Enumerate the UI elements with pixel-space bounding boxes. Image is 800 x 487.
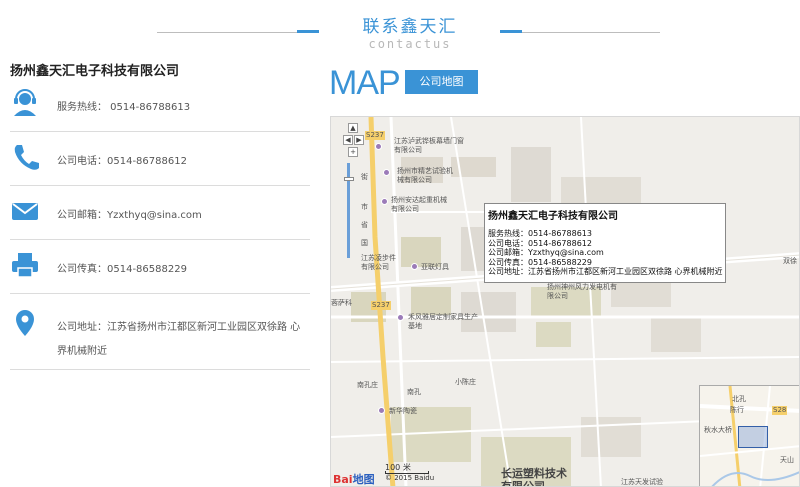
zoom-level-city[interactable]: 市 [361, 203, 368, 212]
map-copyright: © 2015 Baidu [385, 474, 435, 482]
map-heading: MAP [329, 64, 401, 102]
logo-text-b: 地图 [352, 473, 375, 486]
map-info-window[interactable]: 扬州鑫天汇电子科技有限公司 服务热线：0514-86788613 公司电话：05… [484, 203, 726, 283]
map-place-label: 蓉萨科 [331, 299, 352, 307]
minimap-label: 北孔 [732, 395, 746, 403]
fax-icon [12, 253, 38, 278]
contact-row-address: 公司地址：江苏省扬州市江都区新河工业园区双徐路 心界机械附近 [10, 294, 310, 370]
header-accent-right [500, 30, 522, 33]
zoom-in-button[interactable]: + [348, 147, 358, 157]
map-poi-marker[interactable] [397, 314, 404, 321]
header-accent-left [297, 30, 319, 33]
minimap-label: S28 [772, 406, 788, 415]
map-tag: 公司地图 [405, 70, 478, 94]
contact-row-phone: 公司电话：0514-86788612 [10, 132, 310, 186]
contact-row-hotline: 服务热线： 0514-86788613 [10, 78, 310, 132]
map-poi-label: 扬州神州风力发电机有限公司 [547, 283, 617, 300]
road-label-s237: S237 [371, 301, 391, 310]
contact-fax: 公司传真：0514-86588229 [57, 264, 187, 275]
map-poi-label: 江苏天发试验 [621, 478, 663, 486]
header-line-left [157, 32, 317, 33]
road-label-s237: S237 [365, 131, 385, 140]
pan-left-button[interactable]: ◀ [343, 135, 353, 145]
zoom-level-province[interactable]: 省 [361, 221, 368, 230]
map-poi-label: 长运塑料技术有限公司 [501, 467, 567, 487]
minimap-label: 陈行 [730, 406, 744, 414]
map-poi-label: 扬州安达起重机械有限公司 [391, 196, 447, 213]
pan-right-button[interactable]: ▶ [354, 135, 364, 145]
pan-up-button[interactable]: ▲ [348, 123, 358, 133]
info-window-line: 公司电话：0514-86788612 [488, 238, 592, 248]
zoom-level-street[interactable]: 街 [361, 173, 368, 182]
map-poi-label: 江苏泸武铧板幕墙门窗有限公司 [394, 137, 464, 154]
map-poi-label: 禾风雅居定制家具生产基地 [408, 313, 478, 330]
map-poi-marker[interactable] [381, 198, 388, 205]
map-poi-label: 亚联灯具 [421, 263, 449, 271]
minimap-label: 秋水大桥 [704, 426, 732, 434]
contact-email: 公司邮箱：Yzxthyq@sina.com [57, 210, 202, 221]
contact-list: 服务热线： 0514-86788613 公司电话：0514-86788612 公… [10, 78, 310, 370]
contact-address: 公司地址：江苏省扬州市江都区新河工业园区双徐路 心界机械附近 [57, 322, 301, 357]
company-map[interactable]: ▲ ◀ ▶ + 街 市 省 国 江苏泸武铧板幕墙门窗有限公司 扬州市精艺试验机械… [330, 116, 800, 487]
contact-row-fax: 公司传真：0514-86588229 [10, 240, 310, 294]
map-place-label: 小陈庄 [455, 378, 476, 386]
map-poi-marker[interactable] [411, 263, 418, 270]
map-poi-marker[interactable] [375, 143, 382, 150]
contact-page: 联系鑫天汇 contactus 扬州鑫天汇电子科技有限公司 服务热线： 0514… [0, 0, 800, 487]
contact-hotline: 服务热线： 0514-86788613 [57, 102, 191, 113]
mail-icon [12, 203, 38, 220]
baidu-map-logo[interactable]: Bai地图 [333, 471, 375, 486]
phone-icon [14, 145, 39, 170]
map-poi-marker[interactable] [378, 407, 385, 414]
map-poi-label: 新华陶瓷 [389, 407, 417, 415]
info-window-title: 扬州鑫天汇电子科技有限公司 [488, 211, 618, 222]
location-pin-icon [16, 310, 34, 336]
info-window-line: 公司邮箱：Yzxthyq@sina.com [488, 248, 604, 257]
minimap-label: 天山 [780, 456, 794, 464]
info-window-line: 公司地址：江苏省扬州市江都区新河工业园区双徐路 心界机械附近 [488, 267, 723, 276]
map-place-label: 南孔庄 [357, 381, 378, 389]
section-title: 联系鑫天汇 [362, 17, 458, 37]
contact-phone: 公司电话：0514-86788612 [57, 156, 187, 167]
logo-text-a: Bai [333, 473, 353, 486]
info-window-line: 服务热线：0514-86788613 [488, 229, 592, 238]
info-window-line: 公司传真：0514-86588229 [488, 257, 592, 267]
map-poi-label: 江苏凌步件有限公司 [361, 254, 396, 271]
map-place-label: 双徐 [783, 257, 797, 265]
contact-row-email: 公司邮箱：Yzxthyq@sina.com [10, 186, 310, 240]
map-poi-label: 扬州市精艺试验机械有限公司 [397, 167, 453, 184]
map-place-label: 南孔 [407, 388, 421, 396]
minimap-viewport[interactable] [738, 426, 768, 448]
header-line-right [500, 32, 660, 33]
zoom-level-country[interactable]: 国 [361, 239, 368, 248]
map-poi-marker[interactable] [383, 169, 390, 176]
zoom-slider-handle[interactable] [344, 177, 354, 181]
company-name: 扬州鑫天汇电子科技有限公司 [10, 64, 180, 79]
overview-minimap[interactable]: 北孔 陈行 S28 秋水大桥 天山 [699, 385, 799, 486]
section-subtitle: contactus [368, 37, 452, 51]
headset-icon [14, 89, 36, 116]
